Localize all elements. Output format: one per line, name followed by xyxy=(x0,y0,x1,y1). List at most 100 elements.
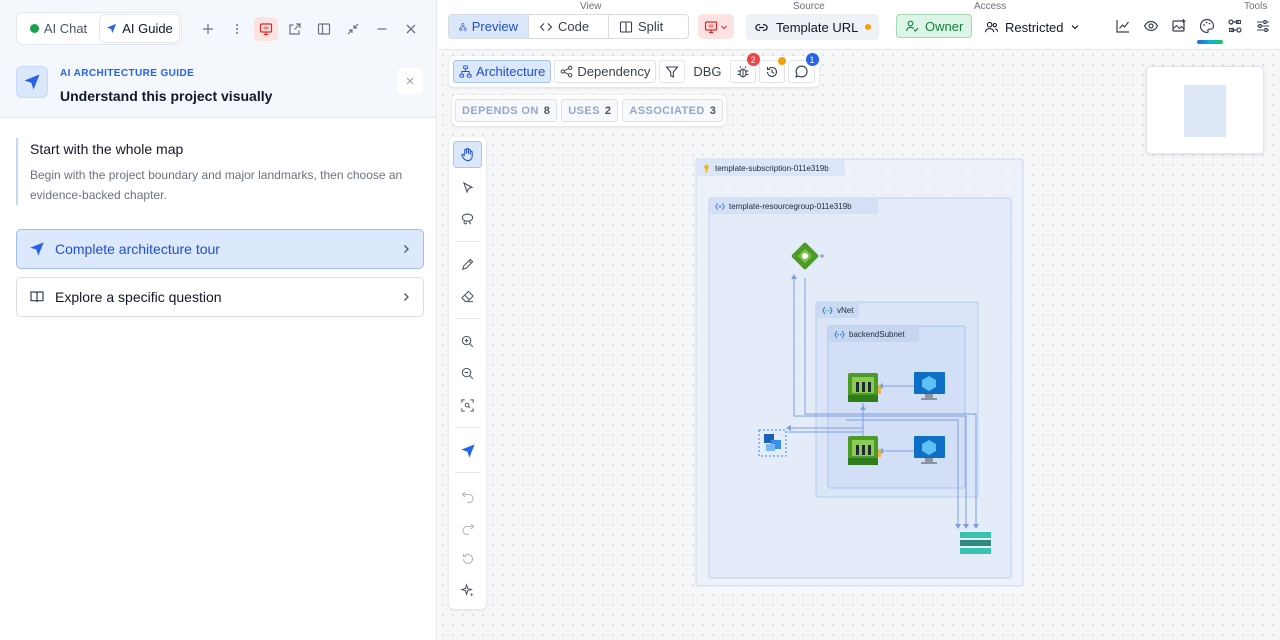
history-button[interactable] xyxy=(758,57,786,83)
chevron-down-icon xyxy=(1071,25,1078,30)
intro-title: Start with the whole map xyxy=(30,141,184,157)
canvas-area[interactable]: template-subscription-011e319b template-… xyxy=(438,0,1280,640)
explore-question-button[interactable]: Explore a specific question xyxy=(16,277,424,317)
storage-account-icon-band xyxy=(960,548,991,554)
sparkles-icon[interactable] xyxy=(453,577,482,604)
view-mode-split-label: Split xyxy=(638,19,664,34)
eraser-icon[interactable] xyxy=(453,283,482,310)
dependency-view-button[interactable]: Dependency xyxy=(554,60,657,83)
storage-account-node xyxy=(960,529,991,555)
view-mode-code[interactable]: Code xyxy=(529,15,609,38)
palette-color-bar xyxy=(1197,40,1223,44)
presentation-toggle-button[interactable] xyxy=(698,14,734,39)
view-mode-split[interactable]: Split xyxy=(609,15,688,38)
minimap[interactable] xyxy=(1146,66,1264,154)
user-check-icon xyxy=(905,20,919,32)
diagram-tree-icon xyxy=(459,65,472,78)
pencil-draw-icon[interactable] xyxy=(453,251,482,278)
subscription-label: template-subscription-011e319b xyxy=(697,160,845,176)
share-nodes-icon xyxy=(561,65,573,78)
link-icon xyxy=(755,23,768,31)
group-label-access: Access xyxy=(974,1,1007,12)
presentation-monitor-icon xyxy=(704,20,718,33)
architecture-tour-button[interactable]: Complete architecture tour xyxy=(16,229,424,269)
minimize-arrows-icon[interactable] xyxy=(341,17,365,41)
owner-role-badge[interactable]: Owner xyxy=(896,14,973,38)
palette-icon[interactable] xyxy=(1195,14,1223,44)
image-add-icon[interactable] xyxy=(1167,14,1191,38)
architecture-view-label: Architecture xyxy=(476,64,546,79)
redo-icon[interactable] xyxy=(453,514,482,541)
chip-label: ASSOCIATED xyxy=(629,104,705,117)
ai-panel-header: AI Chat AI Guide AI ARCHITECTURE GUIDE U… xyxy=(0,0,436,118)
chip-count: 2 xyxy=(604,104,612,117)
pan-hand-icon[interactable] xyxy=(453,141,482,168)
status-dot-icon xyxy=(865,24,872,30)
guide-title: Understand this project visually xyxy=(60,88,273,104)
guide-eyebrow: AI ARCHITECTURE GUIDE xyxy=(60,68,195,79)
close-icon[interactable] xyxy=(399,17,423,41)
pointer-select-icon[interactable] xyxy=(453,174,482,201)
more-vertical-icon[interactable] xyxy=(225,17,249,41)
diagram-tree-icon xyxy=(459,22,467,31)
online-dot-icon xyxy=(29,24,39,33)
sliders-icon[interactable] xyxy=(1251,14,1275,38)
vnet-label-text: vNet xyxy=(837,305,854,315)
chip-uses[interactable]: USES 2 xyxy=(561,99,619,122)
subnet-icon xyxy=(834,330,845,338)
access-label: Restricted xyxy=(1005,19,1064,35)
minimize-icon[interactable] xyxy=(370,17,394,41)
open-external-icon[interactable] xyxy=(283,17,307,41)
navigation-arrow-icon xyxy=(16,66,48,98)
zoom-out-icon[interactable] xyxy=(453,360,482,387)
chip-associated[interactable]: ASSOCIATED 3 xyxy=(622,99,724,122)
vnet-label: vNet xyxy=(817,302,859,318)
tab-ai-guide-label: AI Guide xyxy=(122,21,173,36)
comments-button[interactable]: 1 xyxy=(787,53,819,83)
architecture-view-button[interactable]: Architecture xyxy=(453,60,552,83)
debug-label: DBG xyxy=(693,64,722,79)
network-interface-icon-tab xyxy=(878,386,881,394)
access-dropdown[interactable]: Restricted xyxy=(984,15,1080,39)
chip-depends-on[interactable]: DEPENDS ON 8 xyxy=(455,99,558,122)
chip-label: DEPENDS ON xyxy=(462,104,539,117)
bug-report-button[interactable]: 2 xyxy=(729,53,760,83)
tools-group xyxy=(1111,14,1275,44)
zoom-in-icon[interactable] xyxy=(453,328,482,355)
ai-panel: AI Chat AI Guide AI ARCHITECTURE GUIDE U… xyxy=(0,0,437,640)
debug-toggle-button[interactable]: DBG xyxy=(688,60,727,83)
tab-ai-chat[interactable]: AI Chat xyxy=(19,15,98,42)
subscription-label-text: template-subscription-011e319b xyxy=(715,163,829,173)
view-mode-preview-label: Preview xyxy=(471,19,518,34)
analytics-chart-icon[interactable] xyxy=(1111,14,1135,38)
nic-node-bottom xyxy=(848,436,881,465)
navigation-arrow-icon[interactable] xyxy=(453,437,482,464)
open-book-icon xyxy=(30,291,44,303)
canvas-toolbar: Architecture Dependency DBG 2 1 xyxy=(449,53,819,87)
guide-close-icon[interactable] xyxy=(397,68,423,94)
eye-icon[interactable] xyxy=(1139,14,1163,38)
storage-account-icon-band xyxy=(960,532,991,538)
reset-icon[interactable] xyxy=(453,545,482,572)
fit-view-icon[interactable] xyxy=(453,392,482,419)
add-icon[interactable] xyxy=(196,17,220,41)
resource-group-label-text: template-resourcegroup-011e319b xyxy=(729,201,852,211)
view-mode-preview[interactable]: Preview xyxy=(449,15,529,38)
template-url-button[interactable]: Template URL xyxy=(746,14,880,40)
sidebar-layout-icon[interactable] xyxy=(312,17,336,41)
lasso-select-icon[interactable] xyxy=(453,206,482,233)
undo-icon[interactable] xyxy=(453,482,482,509)
tools-divider xyxy=(455,241,480,242)
storage-account-icon-band xyxy=(960,540,991,546)
workflow-icon[interactable] xyxy=(1223,14,1247,38)
intro-block: Start with the whole map Begin with the … xyxy=(16,138,416,205)
explore-question-label: Explore a specific question xyxy=(55,289,222,305)
chip-count: 3 xyxy=(709,104,717,117)
minimap-viewport xyxy=(1184,85,1226,137)
filter-button[interactable] xyxy=(659,60,686,83)
tab-ai-guide[interactable]: AI Guide xyxy=(100,15,179,42)
subnet-label-text: backendSubnet xyxy=(849,329,905,339)
history-icon xyxy=(766,66,777,77)
presentation-monitor-icon[interactable] xyxy=(254,17,278,41)
vnet-icon xyxy=(822,306,833,314)
